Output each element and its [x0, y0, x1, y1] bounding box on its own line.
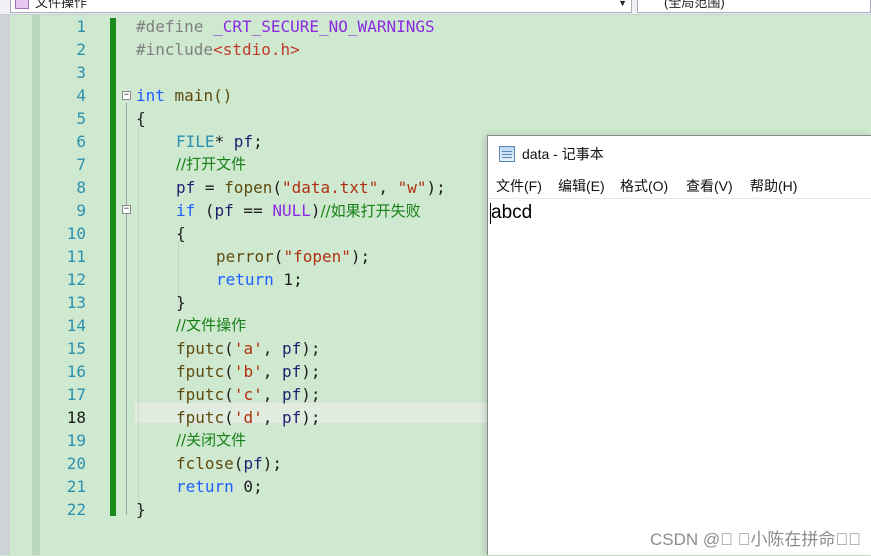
member-scope-label: (全局范围) [664, 0, 725, 10]
punct: , [262, 362, 282, 381]
punct: ( [233, 454, 244, 473]
punct: 1; [273, 270, 303, 289]
brace: } [176, 293, 186, 312]
punct: ( [273, 247, 284, 266]
punct: ( [224, 339, 234, 358]
include-path: <stdio.h> [213, 40, 300, 59]
function-call: perror [216, 247, 274, 266]
keyword: if [176, 201, 196, 220]
punct: ( [224, 385, 234, 404]
top-toolbar: 文件操作 ▼ (全局范围) [0, 0, 871, 15]
variable: pf [243, 454, 263, 473]
variable: pf [176, 178, 196, 197]
variable: pf [281, 385, 302, 404]
variable: pf [214, 201, 234, 220]
punct: ( [224, 362, 234, 381]
code-line: int main() [10, 84, 871, 107]
punct: , [262, 408, 282, 427]
menu-view[interactable]: 查看(V) [686, 177, 733, 195]
punct: ); [301, 385, 321, 404]
scope-dropdown[interactable]: 文件操作 ▼ [10, 0, 632, 13]
punct: , [262, 339, 282, 358]
notepad-title: data - 记事本 [522, 146, 604, 162]
brace: { [176, 224, 186, 243]
function-call: fputc [176, 385, 225, 404]
variable: pf [281, 339, 302, 358]
dropdown-arrow-icon[interactable]: ▼ [618, 0, 627, 8]
code-line: #include<stdio.h> [10, 38, 871, 61]
brace: } [136, 500, 146, 519]
menu-edit[interactable]: 编辑(E) [558, 177, 605, 195]
directive: #include [136, 40, 214, 59]
punct: ); [301, 362, 321, 381]
brace: { [136, 109, 146, 128]
code-line: #define _CRT_SECURE_NO_WARNINGS [10, 15, 871, 38]
keyword: int [136, 86, 165, 105]
function-signature: main() [164, 86, 233, 105]
type: FILE [176, 132, 215, 151]
comment: //打开文件 [176, 155, 247, 173]
function-call: fputc [176, 339, 225, 358]
comment: //关闭文件 [176, 431, 247, 449]
scope-label: 文件操作 [35, 0, 88, 10]
macro: NULL [272, 201, 311, 220]
variable: pf [281, 408, 302, 427]
watermark: CSDN @   小陈在拼命   [650, 530, 861, 549]
function-call: fopen [224, 178, 273, 197]
punct: ( [224, 408, 234, 427]
function-call: fputc [176, 362, 225, 381]
code-line: { [10, 107, 871, 130]
notepad-icon [499, 146, 515, 162]
editor-left-margin [0, 15, 10, 555]
punct: ); [301, 339, 321, 358]
member-scope-dropdown[interactable]: (全局范围) [637, 0, 871, 13]
punct: 0; [233, 477, 263, 496]
comment: //文件操作 [176, 316, 247, 334]
function-call: fputc [176, 408, 225, 427]
string: "w" [397, 178, 427, 197]
variable: pf [233, 132, 254, 151]
char-literal: 'd' [233, 408, 263, 427]
keyword: return [216, 270, 274, 289]
menu-file[interactable]: 文件(F) [496, 177, 542, 195]
punct: ( [195, 201, 215, 220]
function-call: fclose [176, 454, 234, 473]
notepad-content: abcd [491, 202, 533, 223]
notepad-window[interactable]: data - 记事本 文件(F) 编辑(E) 格式(O) 查看(V) 帮助(H)… [487, 135, 871, 555]
line-number-text: 3 [76, 63, 86, 82]
punct: ); [301, 408, 321, 427]
punct: ; [253, 132, 263, 151]
punct: == [233, 201, 273, 220]
char-literal: 'a' [233, 339, 263, 358]
char-literal: 'b' [233, 362, 263, 381]
line-number: 3 [10, 61, 100, 84]
punct: ); [262, 454, 282, 473]
punct: ) [310, 201, 321, 220]
punct: , [262, 385, 282, 404]
notepad-menu-bar: 文件(F) 编辑(E) 格式(O) 查看(V) 帮助(H) [488, 174, 871, 198]
directive: #define [136, 17, 214, 36]
punct: ); [350, 247, 371, 266]
punct: ( [272, 178, 282, 197]
notepad-text-area[interactable]: abcd [488, 198, 871, 556]
punct: ); [426, 178, 446, 197]
string: "fopen" [283, 247, 351, 266]
char-literal: 'c' [233, 385, 263, 404]
menu-help[interactable]: 帮助(H) [750, 177, 797, 195]
punct: * [214, 132, 234, 151]
punct: = [195, 178, 225, 197]
keyword: return [176, 477, 234, 496]
menu-format[interactable]: 格式(O) [620, 177, 668, 195]
notepad-title-bar[interactable]: data - 记事本 [488, 136, 871, 172]
macro-name: _CRT_SECURE_NO_WARNINGS [213, 17, 435, 36]
comment: //如果打开失败 [320, 202, 421, 220]
file-scope-icon [15, 0, 29, 9]
punct: , [378, 178, 398, 197]
string: "data.txt" [281, 178, 379, 197]
variable: pf [281, 362, 302, 381]
